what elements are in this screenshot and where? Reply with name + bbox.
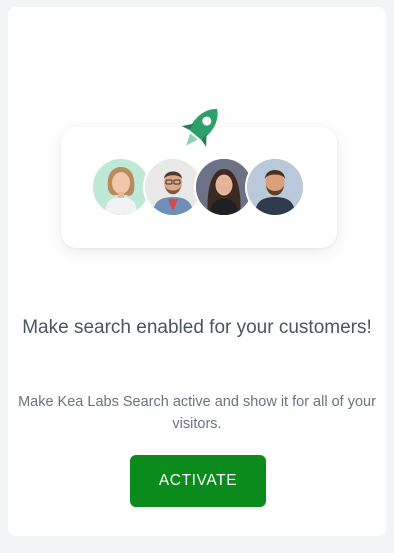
avatar [91, 157, 151, 217]
activation-card: Make search enabled for your customers! … [8, 7, 386, 536]
card-subtitle: Make Kea Labs Search active and show it … [18, 394, 376, 432]
avatar [245, 157, 305, 217]
card-title: Make search enabled for your customers! [22, 317, 372, 338]
rocket-icon [181, 108, 218, 147]
activate-button[interactable]: ACTIVATE [130, 455, 266, 507]
